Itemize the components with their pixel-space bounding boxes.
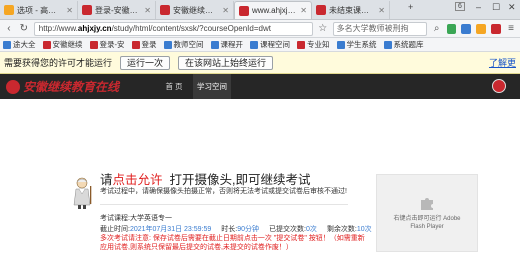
warning-label: 多次考试请注意: (100, 235, 151, 242)
flash-plugin-placeholder[interactable]: 右键点击即可运行 Adobe Flash Player (376, 174, 478, 252)
search-input[interactable]: 多名大学教师被刑拘 (332, 21, 427, 36)
plugin-permission-infobar: 需要获得您的许可才能运行 运行一次 在该网站上始终运行 了解更 (0, 52, 520, 74)
course-name: 大学英语专一 (129, 215, 172, 222)
tab-label: 未结束课程 - 安 (329, 5, 375, 15)
exam-course: 考试课程:大学英语专一 (100, 215, 172, 222)
deadline: 截止时间:2021年07月31日 23:59:59 (100, 226, 212, 233)
avatar[interactable] (492, 79, 506, 93)
tab-label: www.ahjxjy.cn/ (252, 6, 298, 15)
bookmark-star-icon[interactable]: ☆ (318, 23, 328, 34)
nav-home[interactable]: 首 页 (155, 74, 193, 99)
tab-4[interactable]: 未结束课程 - 安✕ (312, 1, 390, 19)
divider (100, 204, 348, 205)
learn-more-link[interactable]: 了解更 (489, 56, 516, 69)
tab-favicon-icon (316, 5, 326, 15)
minimize-icon[interactable]: – (476, 2, 481, 12)
camera-description: 考试过程中，请确保摄像头拍摄正常，否则将无法考试或提交试卷后审核不通过! (100, 188, 347, 195)
menu-icon[interactable]: ≡ (506, 23, 516, 34)
always-run-button[interactable]: 在该网站上始终运行 (178, 55, 274, 70)
flash-message: 右键点击即可运行 Adobe Flash Player (393, 216, 461, 230)
bookmark-icon (297, 40, 305, 49)
bookmark-item[interactable]: 途大全 (3, 39, 36, 50)
remaining-count: 剩余次数:10次 (326, 226, 372, 233)
window-close-icon[interactable]: ✕ (508, 2, 516, 13)
tab-favicon-icon (4, 5, 14, 15)
tab-0[interactable]: 选项 - 高级设置✕ (0, 1, 78, 19)
bookmark-icon (210, 40, 219, 49)
bookmark-item[interactable]: 课程开 (210, 39, 243, 50)
site-header: 安徽继续教育在线 首 页 学习空间 (0, 74, 520, 99)
url-input[interactable]: http://www. ahjxjy.cn/study/html/content/… (33, 21, 313, 36)
url-scheme: http://www. (38, 24, 78, 33)
run-once-button[interactable]: 运行一次 (120, 55, 171, 70)
bookmark-item[interactable]: 学生系统 (336, 39, 377, 50)
teacher-mascot-icon (73, 177, 92, 209)
tab-count-badge[interactable]: 6 (455, 2, 465, 11)
back-icon[interactable]: ‹ (4, 23, 14, 34)
url-host: ahjxjy.cn (77, 24, 112, 33)
exam-warning: 多次考试请注意: 保存试卷后需要在截止日期前点击一次 "提交试卷" 按钮！（如需… (100, 234, 370, 253)
site-nav: 首 页 学习空间 (155, 74, 231, 99)
bookmarks-bar: 途大全 安徽继续 登录-安 登录 教师空间 课程开 课程空间 专业知 学生系统 … (0, 38, 520, 52)
bookmark-item[interactable]: 专业知 (297, 39, 330, 50)
infobar-message: 需要获得您的许可才能运行 (4, 58, 113, 68)
bookmark-item[interactable]: 课程空间 (250, 39, 290, 50)
maximize-icon[interactable]: ☐ (492, 2, 500, 13)
bookmark-item[interactable]: 登录-安 (89, 39, 125, 50)
submitted-count: 已提交次数:0次 (269, 226, 317, 233)
extension-icon[interactable] (491, 23, 502, 34)
bookmark-item[interactable]: 教师空间 (163, 39, 204, 50)
search-placeholder: 多名大学教师被刑拘 (336, 24, 409, 33)
tab-label: 安徽继续教育在线 (173, 5, 219, 15)
bookmark-icon (3, 40, 11, 49)
close-icon[interactable]: ✕ (222, 6, 229, 15)
search-icon[interactable]: ⌕ (432, 23, 442, 34)
nav-study-space[interactable]: 学习空间 (193, 74, 231, 99)
close-icon[interactable]: ✕ (66, 6, 73, 15)
tab-2[interactable]: 安徽继续教育在线✕ (156, 1, 234, 19)
bookmark-icon (163, 40, 172, 49)
extension-icon[interactable] (476, 23, 487, 34)
bookmark-icon (89, 40, 98, 49)
tab-favicon-icon (160, 5, 170, 15)
bookmark-item[interactable]: 登录 (131, 39, 157, 50)
exam-meta: 截止时间:2021年07月31日 23:59:59 时长:90分钟 已提交次数:… (100, 224, 372, 234)
bookmark-item[interactable]: 安徽继续 (42, 39, 83, 50)
logo-emblem-icon (6, 79, 20, 94)
refresh-icon[interactable]: ↻ (19, 23, 29, 34)
new-tab-icon[interactable]: + (408, 2, 413, 12)
address-bar: ‹ ↻ http://www. ahjxjy.cn/study/html/cont… (0, 20, 520, 38)
tab-favicon-icon (82, 5, 92, 15)
close-icon[interactable]: ✕ (378, 6, 385, 15)
browser-tab-bar: 选项 - 高级设置✕ 登录-安徽继续教✕ 安徽继续教育在线✕ www.ahjxj… (0, 0, 520, 20)
duration: 时长:90分钟 (221, 226, 260, 233)
bookmark-icon (250, 40, 258, 49)
url-path: /study/html/content/sxsk/?courseOpenId=d… (111, 24, 271, 33)
plugin-puzzle-icon (421, 198, 433, 211)
tab-1[interactable]: 登录-安徽继续教✕ (78, 1, 156, 19)
tab-3[interactable]: www.ahjxjy.cn/✕ (234, 1, 312, 19)
bookmark-icon (42, 40, 51, 49)
site-logo[interactable]: 安徽继续教育在线 (0, 78, 155, 95)
bookmark-icon (131, 40, 140, 49)
bookmark-item[interactable]: 系统题库 (383, 39, 424, 50)
bookmark-icon (383, 40, 392, 49)
logo-text: 安徽继续教育在线 (23, 80, 120, 94)
tab-label: 登录-安徽继续教 (95, 5, 141, 15)
bookmark-icon (336, 40, 345, 49)
allow-highlight: 点击允许 (112, 173, 163, 187)
close-icon[interactable]: ✕ (300, 6, 307, 15)
extension-icon[interactable] (446, 23, 457, 34)
tab-label: 选项 - 高级设置 (17, 5, 63, 15)
extension-icon[interactable] (461, 23, 472, 34)
tab-favicon-icon (239, 5, 249, 16)
close-icon[interactable]: ✕ (144, 6, 151, 15)
